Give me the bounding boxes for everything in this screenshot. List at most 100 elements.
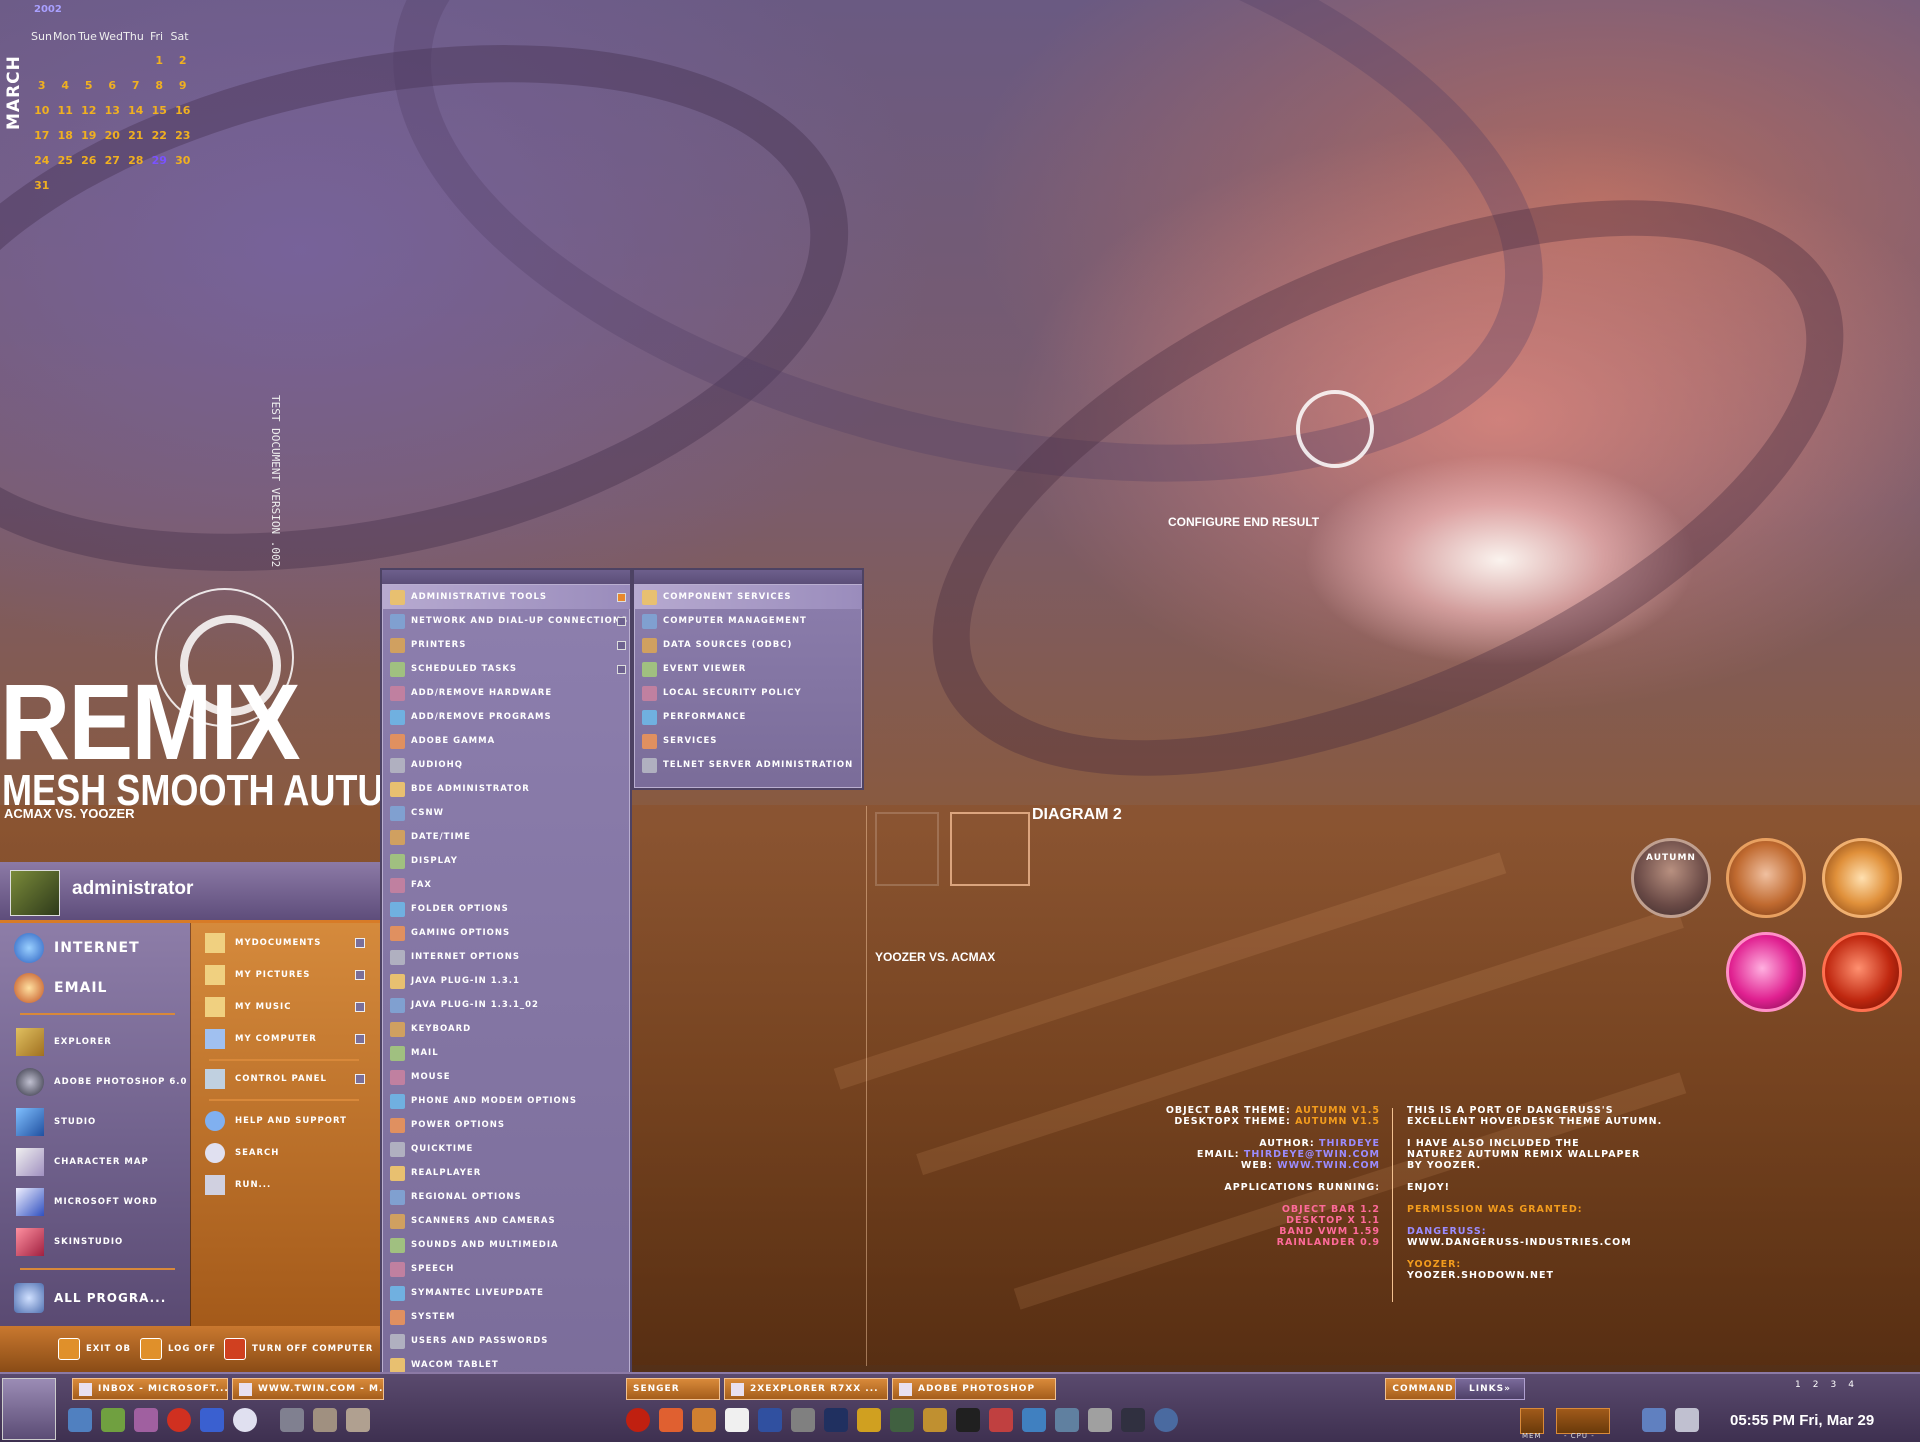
taskbar-window[interactable]: INBOX - MICROSOFT... [72, 1378, 228, 1400]
app-icon[interactable] [346, 1408, 370, 1432]
start-item-internet[interactable]: INTERNET [14, 933, 140, 963]
calendar-day[interactable]: 7 [124, 79, 148, 96]
calendar-day[interactable]: 19 [77, 129, 101, 146]
links-button[interactable]: LINKS» [1455, 1378, 1525, 1400]
app-icon[interactable] [200, 1408, 224, 1432]
start-right-item[interactable]: MY PICTURES [205, 965, 365, 985]
admin-tools-menu-item[interactable]: DATA SOURCES (ODBC) [634, 633, 862, 657]
app-icon[interactable] [1088, 1408, 1112, 1432]
control-panel-menu-item[interactable]: INTERNET OPTIONS [382, 945, 630, 969]
app-icon[interactable] [857, 1408, 881, 1432]
app-icon[interactable] [989, 1408, 1013, 1432]
app-icon[interactable] [659, 1408, 683, 1432]
calendar-day[interactable]: 13 [101, 104, 125, 121]
command-button[interactable]: COMMAND [1385, 1378, 1461, 1400]
control-panel-menu-item[interactable]: ADD/REMOVE HARDWARE [382, 681, 630, 705]
app-icon[interactable] [167, 1408, 191, 1432]
start-right-item[interactable]: MY MUSIC [205, 997, 365, 1017]
calendar-day[interactable]: 23 [171, 129, 195, 146]
calendar-day[interactable]: 11 [54, 104, 78, 121]
calendar-day[interactable]: 10 [30, 104, 54, 121]
control-panel-menu-item[interactable]: BDE ADMINISTRATOR [382, 777, 630, 801]
control-panel-menu-item[interactable]: USERS AND PASSWORDS [382, 1329, 630, 1353]
control-panel-menu-item[interactable]: PHONE AND MODEM OPTIONS [382, 1089, 630, 1113]
log-off-button[interactable]: LOG OFF [140, 1338, 216, 1360]
start-item-email[interactable]: EMAIL [14, 973, 107, 1003]
app-icon[interactable] [758, 1408, 782, 1432]
calendar-day[interactable]: 29 [148, 154, 172, 171]
control-panel-menu-item[interactable]: ADMINISTRATIVE TOOLS [382, 585, 630, 609]
start-right-item[interactable]: CONTROL PANEL [205, 1069, 365, 1089]
globe-icon[interactable] [1822, 932, 1902, 1012]
portrait-icon[interactable] [1726, 838, 1806, 918]
start-right-item[interactable]: HELP AND SUPPORT [205, 1111, 365, 1131]
start-right-item[interactable]: SEARCH [205, 1143, 365, 1163]
calendar-day[interactable]: 3 [30, 79, 54, 96]
calendar-day[interactable]: 2 [171, 54, 195, 71]
exit-ob-button[interactable]: EXIT OB [58, 1338, 131, 1360]
document-icon[interactable] [725, 1408, 749, 1432]
calendar-day[interactable]: 17 [30, 129, 54, 146]
app-icon[interactable] [280, 1408, 304, 1432]
calendar-day[interactable]: 16 [171, 104, 195, 121]
app-icon[interactable] [101, 1408, 125, 1432]
control-panel-menu-item[interactable]: DISPLAY [382, 849, 630, 873]
calendar-day[interactable]: 21 [124, 129, 148, 146]
control-panel-menu-item[interactable]: AUDIOHQ [382, 753, 630, 777]
autumn-player-icon[interactable]: AUTUMN [1631, 838, 1711, 918]
control-panel-menu-item[interactable]: SYSTEM [382, 1305, 630, 1329]
start-button[interactable] [2, 1378, 56, 1440]
taskbar-window[interactable]: SENGER [626, 1378, 720, 1400]
control-panel-menu-item[interactable]: FAX [382, 873, 630, 897]
start-right-item[interactable]: MY COMPUTER [205, 1029, 365, 1049]
all-programs-button[interactable]: ALL PROGRA... [14, 1283, 166, 1313]
taskbar-clock[interactable]: 05:55 PM Fri, Mar 29 [1730, 1412, 1874, 1429]
control-panel-menu-item[interactable]: ADD/REMOVE PROGRAMS [382, 705, 630, 729]
admin-tools-menu-item[interactable]: SERVICES [634, 729, 862, 753]
admin-tools-menu-item[interactable]: PERFORMANCE [634, 705, 862, 729]
admin-tools-menu-item[interactable]: LOCAL SECURITY POLICY [634, 681, 862, 705]
start-right-item[interactable]: MYDOCUMENTS [205, 933, 365, 953]
calendar-day[interactable]: 24 [30, 154, 54, 171]
desktop-icon[interactable] [68, 1408, 92, 1432]
calendar-day[interactable]: 1 [148, 54, 172, 71]
calendar-day[interactable]: 18 [54, 129, 78, 146]
control-panel-menu-item[interactable]: POWER OPTIONS [382, 1113, 630, 1137]
start-recent-item[interactable]: ADOBE PHOTOSHOP 6.0 [16, 1068, 187, 1096]
calendar-day[interactable]: 26 [77, 154, 101, 171]
control-panel-menu-item[interactable]: PRINTERS [382, 633, 630, 657]
taskbar-window[interactable]: WWW.TWIN.COM - M... [232, 1378, 384, 1400]
app-icon[interactable] [923, 1408, 947, 1432]
control-panel-menu-item[interactable]: NETWORK AND DIAL-UP CONNECTIONS [382, 609, 630, 633]
control-panel-menu-item[interactable]: ADOBE GAMMA [382, 729, 630, 753]
calendar-day[interactable]: 5 [77, 79, 101, 96]
calendar-day[interactable]: 30 [171, 154, 195, 171]
app-icon[interactable] [824, 1408, 848, 1432]
control-panel-menu-item[interactable]: JAVA PLUG-IN 1.3.1 [382, 969, 630, 993]
turn-off-button[interactable]: TURN OFF COMPUTER [224, 1338, 373, 1360]
avatar[interactable] [10, 870, 60, 916]
admin-tools-menu-item[interactable]: EVENT VIEWER [634, 657, 862, 681]
internet-explorer-icon[interactable] [233, 1408, 257, 1432]
control-panel-menu-item[interactable]: FOLDER OPTIONS [382, 897, 630, 921]
starburst-icon[interactable] [1726, 932, 1806, 1012]
calendar-day[interactable]: 15 [148, 104, 172, 121]
admin-tools-menu-item[interactable]: COMPUTER MANAGEMENT [634, 609, 862, 633]
control-panel-menu-item[interactable]: DATE/TIME [382, 825, 630, 849]
admin-tools-menu-item[interactable]: COMPONENT SERVICES [634, 585, 862, 609]
taskbar-window[interactable]: 2XEXPLORER R7XX ... [724, 1378, 888, 1400]
start-recent-item[interactable]: MICROSOFT WORD [16, 1188, 158, 1216]
start-recent-item[interactable]: EXPLORER [16, 1028, 112, 1056]
admin-tools-menu-item[interactable]: TELNET SERVER ADMINISTRATION [634, 753, 862, 777]
virtual-desktop-pager[interactable]: 1 2 3 4 [1795, 1380, 1854, 1390]
app-icon[interactable] [626, 1408, 650, 1432]
taskbar-window[interactable]: ADOBE PHOTOSHOP [892, 1378, 1056, 1400]
control-panel-menu-item[interactable]: MAIL [382, 1041, 630, 1065]
app-icon[interactable] [1055, 1408, 1079, 1432]
calendar-day[interactable]: 20 [101, 129, 125, 146]
calendar-day[interactable]: 27 [101, 154, 125, 171]
calendar-day[interactable]: 22 [148, 129, 172, 146]
control-panel-menu-item[interactable]: REALPLAYER [382, 1161, 630, 1185]
control-panel-menu-item[interactable]: SYMANTEC LIVEUPDATE [382, 1281, 630, 1305]
tray-icon[interactable] [1675, 1408, 1699, 1432]
